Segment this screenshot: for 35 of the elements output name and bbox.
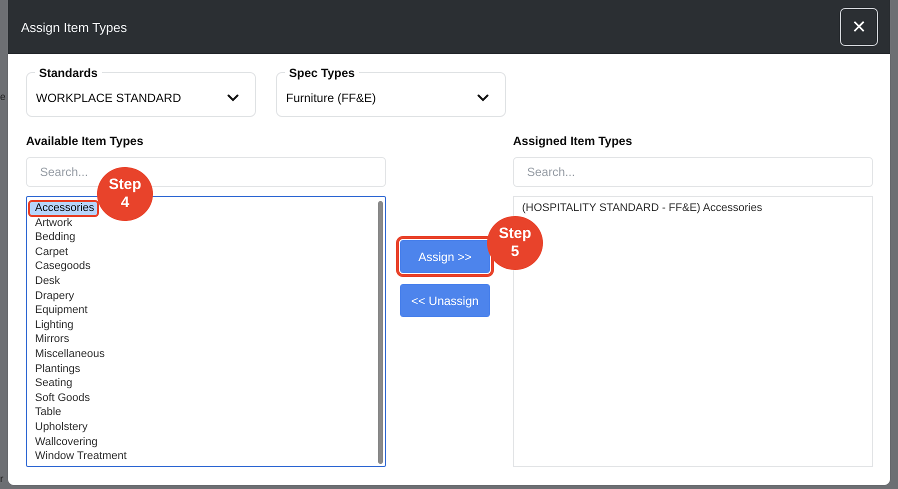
dialog-title: Assign Item Types — [21, 20, 127, 34]
background-text: e — [0, 92, 6, 103]
list-item[interactable]: Plantings — [29, 362, 376, 376]
list-item[interactable]: Window Treatment — [29, 449, 376, 464]
scrollbar[interactable] — [378, 201, 383, 464]
step-badge: Step 5 — [487, 216, 543, 270]
list-item[interactable]: Casegoods — [29, 259, 376, 274]
list-item[interactable]: Miscellaneous — [29, 346, 376, 362]
list-item[interactable]: Mirrors — [29, 332, 376, 347]
dropdown-value: Furniture (FF&E) — [286, 90, 376, 104]
search-field[interactable]: Search... — [513, 157, 873, 187]
background-text: r — [0, 474, 4, 485]
list-title: Available Item Types — [26, 134, 144, 150]
list-item[interactable]: Accessories — [29, 201, 98, 216]
list-item[interactable]: Equipment — [29, 303, 376, 318]
dropdown-value: WORKPLACE STANDARD — [36, 90, 182, 104]
list-item[interactable]: Table — [29, 405, 376, 420]
list-item[interactable]: Drapery — [29, 288, 376, 304]
unassign-button[interactable]: << Unassign — [400, 284, 490, 317]
list-item[interactable]: Upholstery — [29, 420, 376, 434]
list-item[interactable]: Soft Goods — [29, 390, 376, 406]
assign-button[interactable]: Assign >> — [400, 240, 490, 273]
dropdown-label: Spec Types — [285, 66, 359, 80]
list-item[interactable]: Seating — [29, 376, 376, 391]
chevron-down-icon — [477, 94, 489, 102]
list-item[interactable]: Desk — [29, 274, 376, 289]
list-title: Assigned Item Types — [513, 134, 634, 150]
list-item[interactable]: (HOSPITALITY STANDARD - FF&E) Accessories — [516, 201, 870, 216]
close-button[interactable]: ✕ — [840, 8, 878, 46]
list-item[interactable]: Lighting — [29, 318, 376, 332]
chevron-down-icon — [227, 94, 239, 102]
dropdown-label: Standards — [35, 66, 102, 80]
list-item[interactable]: Carpet — [29, 244, 376, 260]
list-item[interactable]: Wallcovering — [29, 434, 376, 450]
list-item[interactable]: Bedding — [29, 230, 376, 245]
